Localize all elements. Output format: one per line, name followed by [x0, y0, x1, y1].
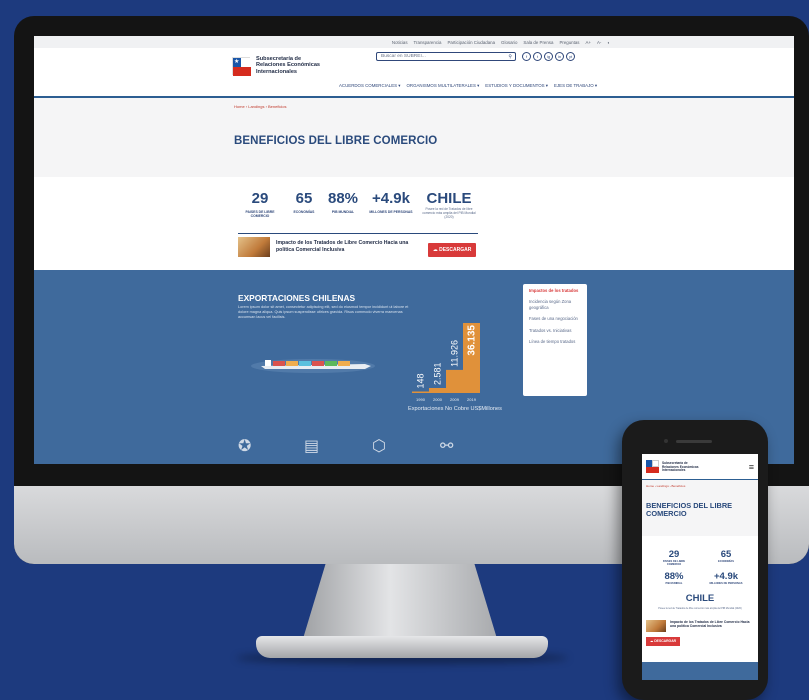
social-links: f t ig in yt	[522, 52, 575, 61]
phone-report-title[interactable]: Impacto de los Tratados de Libre Comerci…	[670, 620, 750, 632]
x-tick-label: 1990	[416, 397, 426, 402]
phone-flag-icon	[646, 460, 659, 473]
download-button[interactable]: ☁ DESCARGAR	[428, 243, 476, 257]
phone-header: Subsecretaría de Relaciones Económicas I…	[642, 454, 758, 480]
stat-chile: CHILE Posee la red de Tratados de libre …	[422, 190, 476, 220]
report-thumbnail	[238, 237, 270, 257]
phone-stat-pib: 88% PIB MUNDIAL	[664, 571, 684, 586]
search-input[interactable]: Buscar en SUBREI... ⚲	[376, 52, 516, 61]
topbar-link-transparencia[interactable]: Transparencia	[414, 40, 442, 45]
monitor-stand-base	[256, 636, 548, 658]
x-tick-label: 2000	[433, 397, 443, 402]
side-item-zona[interactable]: Incidencia según Zona geográfica	[529, 299, 581, 310]
bar-2000	[429, 388, 446, 393]
org-name: Subsecretaría de Relaciones Económicas I…	[256, 56, 321, 75]
phone-download-button[interactable]: ☁ DESCARGAR	[646, 637, 680, 646]
facebook-icon[interactable]: f	[522, 52, 531, 61]
bar-value-label: 148	[416, 373, 426, 388]
page-title: BENEFICIOS DEL LIBRE COMERCIO	[234, 135, 438, 147]
youtube-icon[interactable]: yt	[566, 52, 575, 61]
phone-camera	[664, 439, 668, 443]
nav-acuerdos[interactable]: ACUERDOS COMERCIALES ▾	[339, 83, 401, 89]
handshake-icon: ⚯	[440, 438, 454, 455]
x-tick-label: 2019	[467, 397, 477, 402]
stats-divider	[238, 233, 478, 234]
stats-section: 29 PAISES DE LIBRE COMERCIO 65 ECONOMÍAS…	[34, 177, 794, 271]
side-menu: Impactos de los tratados Incidencia segú…	[523, 284, 587, 396]
phone-stat-personas: +4.9k MILLONES DE PERSONAS	[709, 571, 743, 586]
font-decrease-button[interactable]: A-	[597, 40, 601, 45]
search-icon[interactable]: ⚲	[508, 53, 512, 61]
phone-report-thumbnail	[646, 620, 666, 632]
chile-flag-icon: ★	[232, 56, 251, 76]
bar-value-label: 2.581	[433, 362, 443, 385]
cloud-download-icon: ☁	[432, 247, 438, 253]
phone-screen: Subsecretaría de Relaciones Económicas I…	[642, 454, 758, 680]
box-icon: ⬡	[372, 438, 386, 455]
phone-hero: Home › Landings › Beneficios BENEFICIOS …	[642, 480, 758, 536]
site-header: ★ Subsecretaría de Relaciones Económicas…	[34, 48, 794, 96]
phone-report-card[interactable]: Impacto de los Tratados de Libre Comerci…	[646, 620, 750, 632]
nav-estudios[interactable]: ESTUDIOS Y DOCUMENTOS ▾	[485, 83, 548, 89]
report-title[interactable]: Impacto de los Tratados de Libre Comerci…	[276, 240, 426, 253]
side-item-fases[interactable]: Fases de una negociación	[529, 316, 581, 321]
chart-caption: Exportaciones No Cobre US$Millones	[408, 406, 502, 412]
topbar-link-preguntas[interactable]: Preguntas	[559, 40, 579, 45]
breadcrumb[interactable]: Home › Landings › Beneficios	[234, 104, 286, 109]
page-hero: Home › Landings › Beneficios BENEFICIOS …	[34, 98, 794, 177]
instagram-icon[interactable]: ig	[544, 52, 553, 61]
stat-economias: 65 ECONOMÍAS	[293, 190, 315, 215]
contrast-icon[interactable]: ◐	[607, 40, 610, 45]
phone-breadcrumb[interactable]: Home › Landings › Beneficios	[646, 484, 685, 488]
main-nav: ACUERDOS COMERCIALES ▾ ORGANISMOS MULTIL…	[339, 83, 597, 89]
side-item-tratados[interactable]: Tratados vs. Iniciativas	[529, 328, 581, 333]
monitor-stand-neck	[302, 564, 498, 642]
phone-stat-paises: 29 PAISES DE LIBRE COMERCIO	[662, 549, 686, 567]
phone-stat-economias: 65 ECONOMÍAS	[718, 549, 734, 564]
desktop-screen: Noticias Transparencia Participación Ciu…	[34, 36, 794, 464]
phone-speaker	[676, 440, 712, 443]
x-tick-label: 2009	[450, 397, 460, 402]
phone-cloud-icon: ☁	[649, 639, 654, 643]
bar-value-label: 11.926	[450, 340, 460, 367]
topbar-link-noticias[interactable]: Noticias	[392, 40, 408, 45]
phone-stat-chile: CHILE	[685, 593, 715, 604]
bar-2009	[446, 369, 463, 393]
stat-personas: +4.9k MILLONES DE PERSONAS	[369, 190, 413, 215]
topbar-link-glosario[interactable]: Glosario	[501, 40, 517, 45]
side-item-impactos[interactable]: Impactos de los tratados	[529, 288, 581, 293]
phone-org-name[interactable]: Subsecretaría de Relaciones Económicas I…	[662, 461, 699, 473]
document-icon: ▤	[304, 438, 320, 455]
linkedin-icon[interactable]: in	[555, 52, 564, 61]
side-item-linea[interactable]: Línea de tiempo tratados	[529, 339, 581, 344]
font-increase-button[interactable]: A+	[585, 40, 591, 45]
bar-value-label: 36.135	[467, 325, 478, 356]
hamburger-menu-icon[interactable]: ≡	[749, 462, 754, 472]
phone-exports-section	[642, 662, 758, 680]
nav-ejes[interactable]: EJES DE TRABAJO ▾	[554, 83, 597, 89]
nav-organismos[interactable]: ORGANISMOS MULTILATERALES ▾	[407, 83, 480, 89]
award-icon: ✪	[238, 438, 252, 455]
phone-chile-caption: Posee la red de Tratados de libre comerc…	[658, 607, 742, 610]
topbar-link-participacion[interactable]: Participación Ciudadana	[447, 40, 495, 45]
topbar-link-prensa[interactable]: Sala de Prensa	[523, 40, 553, 45]
stat-pib: 88% PIB MUNDIAL	[327, 190, 359, 215]
stat-paises: 29 PAISES DE LIBRE COMERCIO	[245, 190, 275, 219]
phone-page-title: BENEFICIOS DEL LIBRE COMERCIO	[646, 501, 733, 518]
report-card[interactable]: Impacto de los Tratados de Libre Comerci…	[238, 237, 426, 257]
twitter-icon[interactable]: t	[533, 52, 542, 61]
utility-bar: Noticias Transparencia Participación Ciu…	[34, 36, 794, 48]
bar-1990	[412, 391, 429, 393]
site-logo[interactable]: ★ Subsecretaría de Relaciones Económicas…	[232, 56, 321, 76]
